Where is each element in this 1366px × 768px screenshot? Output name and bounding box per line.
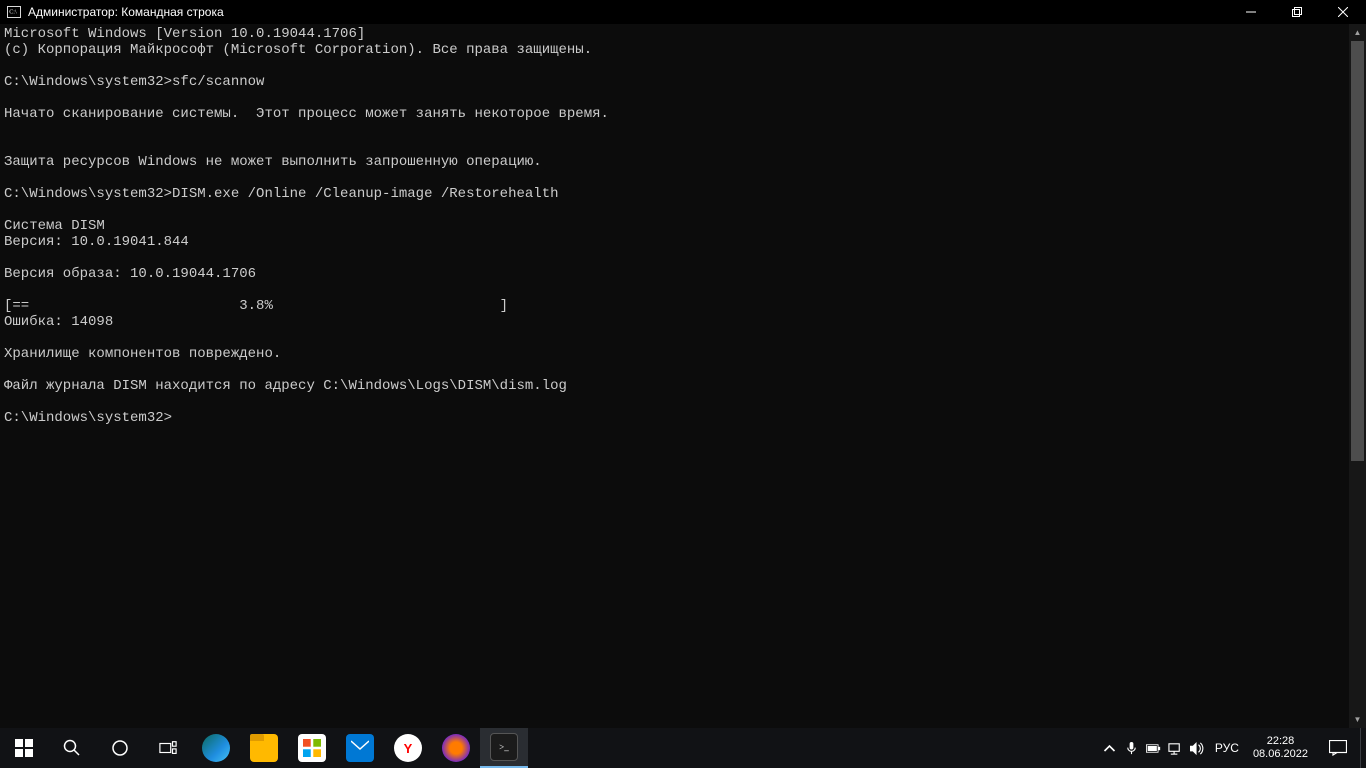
action-center-button[interactable] (1316, 728, 1360, 768)
console-wrap: Microsoft Windows [Version 10.0.19044.17… (0, 24, 1366, 728)
taskbar-app-mail[interactable] (336, 728, 384, 768)
tray-chevron-icon[interactable] (1099, 728, 1121, 768)
console-output[interactable]: Microsoft Windows [Version 10.0.19044.17… (0, 24, 1349, 728)
search-button[interactable] (48, 728, 96, 768)
taskbar: Y >_ РУС 22:28 08.06.2022 (0, 728, 1366, 768)
taskbar-app-yandex[interactable]: Y (384, 728, 432, 768)
task-view-button[interactable] (144, 728, 192, 768)
cortana-button[interactable] (96, 728, 144, 768)
cmd-icon: C:\ (6, 4, 22, 20)
taskbar-app-store[interactable] (288, 728, 336, 768)
taskbar-app-explorer[interactable] (240, 728, 288, 768)
show-desktop-button[interactable] (1360, 728, 1366, 768)
clock-time: 22:28 (1253, 735, 1308, 748)
svg-text:C:\: C:\ (9, 10, 17, 16)
tray-microphone-icon[interactable] (1121, 728, 1143, 768)
clock[interactable]: 22:28 08.06.2022 (1245, 728, 1316, 768)
minimize-button[interactable] (1228, 0, 1274, 24)
taskbar-right: РУС 22:28 08.06.2022 (1099, 728, 1366, 768)
clock-date: 08.06.2022 (1253, 748, 1308, 761)
taskbar-app-media[interactable] (432, 728, 480, 768)
taskbar-app-cmd[interactable]: >_ (480, 728, 528, 768)
tray-network-icon[interactable] (1165, 728, 1187, 768)
cmd-window: C:\ Администратор: Командная строка Micr… (0, 0, 1366, 728)
start-button[interactable] (0, 728, 48, 768)
close-button[interactable] (1320, 0, 1366, 24)
tray-volume-icon[interactable] (1187, 728, 1209, 768)
scroll-thumb[interactable] (1351, 41, 1364, 461)
tray-battery-icon[interactable] (1143, 728, 1165, 768)
vertical-scrollbar[interactable]: ▲ ▼ (1349, 24, 1366, 728)
window-title: Администратор: Командная строка (28, 5, 224, 19)
language-indicator[interactable]: РУС (1209, 728, 1245, 768)
titlebar[interactable]: C:\ Администратор: Командная строка (0, 0, 1366, 24)
scroll-down-button[interactable]: ▼ (1349, 711, 1366, 728)
taskbar-app-edge[interactable] (192, 728, 240, 768)
taskbar-left: Y >_ (0, 728, 528, 768)
scroll-up-button[interactable]: ▲ (1349, 24, 1366, 41)
maximize-button[interactable] (1274, 0, 1320, 24)
